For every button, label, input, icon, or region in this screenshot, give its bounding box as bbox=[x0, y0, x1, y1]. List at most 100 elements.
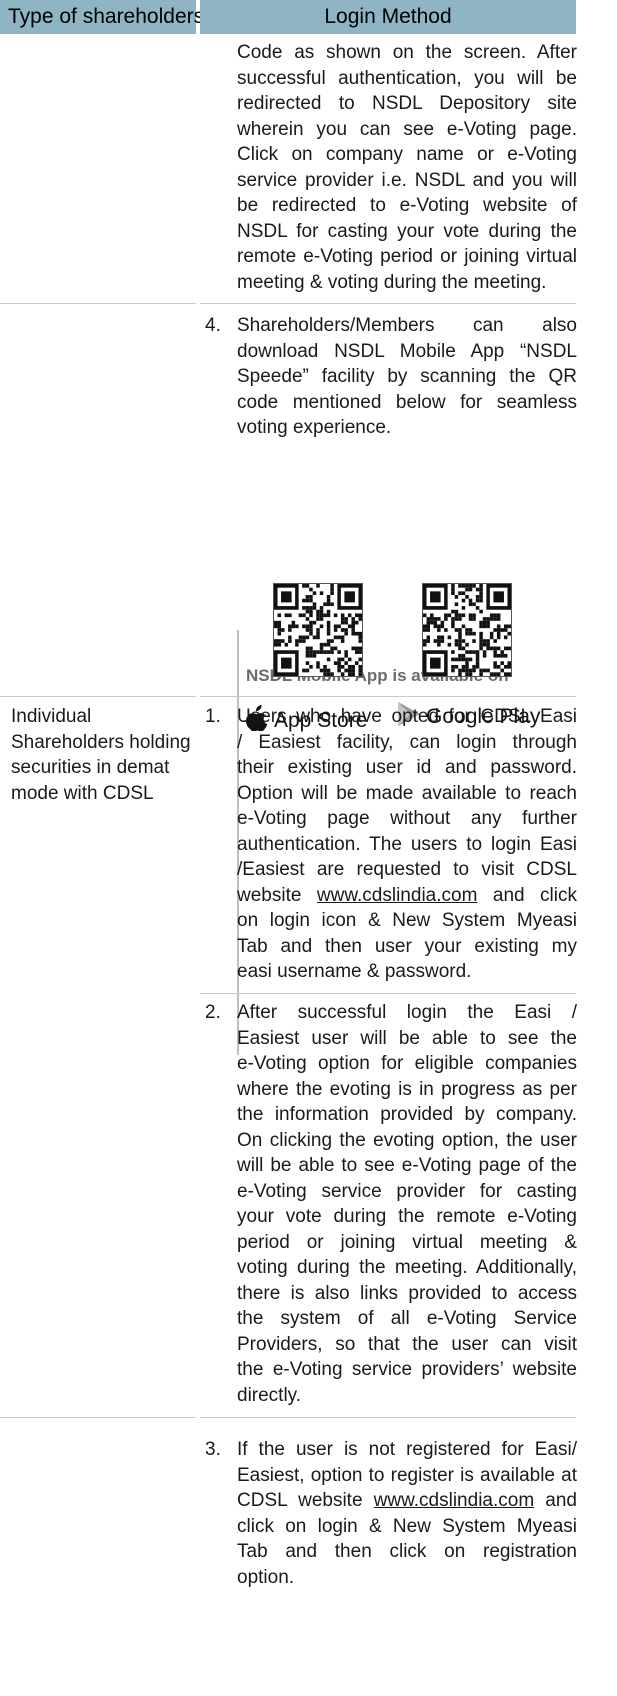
qr-module bbox=[465, 668, 469, 673]
qr-module bbox=[433, 620, 438, 625]
qr-module bbox=[330, 639, 334, 643]
qr-module bbox=[316, 628, 320, 632]
nsdl-item-4-text: Shareholders/Members can also download NS… bbox=[237, 313, 577, 441]
qr-module bbox=[479, 609, 483, 614]
qr-module bbox=[284, 613, 289, 618]
qr-module bbox=[330, 602, 334, 607]
qr-module bbox=[305, 606, 310, 610]
qr-module bbox=[312, 653, 317, 658]
qr-module bbox=[496, 646, 501, 651]
qr-module bbox=[479, 620, 483, 625]
qr-module bbox=[454, 602, 459, 607]
qr-module bbox=[358, 646, 362, 651]
qr-module bbox=[326, 631, 331, 636]
type-line: mode with CDSL bbox=[11, 782, 154, 804]
qr-module bbox=[326, 620, 331, 625]
qr-module bbox=[451, 664, 455, 669]
qr-module bbox=[344, 620, 348, 625]
qr-module bbox=[507, 631, 511, 636]
qr-module bbox=[479, 646, 483, 651]
text-line: Tab and then user your existing my bbox=[237, 935, 577, 957]
qr-module bbox=[309, 598, 313, 603]
qr-module bbox=[493, 664, 497, 669]
qr-module bbox=[326, 672, 331, 676]
qr-module bbox=[351, 664, 355, 669]
qr-module bbox=[423, 624, 427, 629]
qr-module bbox=[444, 613, 448, 618]
qr-module bbox=[344, 661, 348, 665]
qr-module bbox=[454, 595, 459, 599]
cdsl-website-link[interactable]: www.cdslindia.com bbox=[317, 885, 478, 906]
qr-module bbox=[344, 668, 348, 673]
qr-module bbox=[496, 613, 501, 618]
qr-module bbox=[472, 584, 476, 588]
qr-module bbox=[430, 617, 434, 621]
text-line: authentication. The users to login Easi bbox=[237, 833, 577, 855]
text-line: Easiest, option to register is available… bbox=[237, 1464, 577, 1486]
qr-module bbox=[486, 668, 490, 673]
qr-module bbox=[461, 591, 466, 596]
qr-module bbox=[319, 650, 324, 654]
qr-module bbox=[305, 598, 310, 603]
qr-module bbox=[458, 635, 462, 640]
qr-module bbox=[482, 642, 487, 647]
qr-module bbox=[305, 624, 310, 629]
qr-module bbox=[347, 657, 352, 662]
qr-module bbox=[274, 624, 278, 629]
qr-module bbox=[330, 587, 334, 592]
qr-module bbox=[302, 639, 306, 643]
qr-module bbox=[305, 617, 310, 621]
qr-module bbox=[482, 620, 487, 625]
cdsl-website-link[interactable]: www.cdslindia.com bbox=[374, 1490, 535, 1511]
qr-module bbox=[330, 650, 334, 654]
qr-module bbox=[274, 620, 278, 625]
qr-module bbox=[486, 646, 490, 651]
qr-module bbox=[351, 672, 355, 676]
qr-module bbox=[451, 617, 455, 621]
qr-module bbox=[423, 639, 427, 643]
qr-module bbox=[305, 595, 310, 599]
qr-module bbox=[337, 635, 341, 640]
qr-finder bbox=[430, 657, 441, 669]
qr-module bbox=[426, 620, 431, 625]
qr-module bbox=[309, 609, 313, 614]
text-line: Shareholders/Members can also bbox=[237, 315, 577, 336]
qr-module bbox=[482, 653, 487, 658]
qr-module bbox=[326, 628, 331, 632]
qr-module bbox=[465, 587, 469, 592]
qr-module bbox=[507, 672, 511, 676]
qr-module bbox=[319, 613, 324, 618]
qr-module bbox=[319, 609, 324, 614]
text-line: redirected to NSDL Depository site bbox=[237, 93, 577, 114]
qr-module bbox=[461, 598, 466, 603]
qr-module bbox=[326, 668, 331, 673]
qr-module bbox=[323, 668, 327, 673]
qr-module bbox=[472, 639, 476, 643]
qr-module bbox=[347, 624, 352, 629]
app-store-qr-code bbox=[273, 583, 363, 677]
text-line: wherein you can see e-Voting page. bbox=[237, 118, 577, 140]
qr-module bbox=[482, 639, 487, 643]
qr-module bbox=[500, 628, 504, 632]
qr-module bbox=[458, 672, 462, 676]
qr-module bbox=[326, 650, 331, 654]
qr-module bbox=[493, 653, 497, 658]
qr-module bbox=[475, 650, 480, 654]
qr-module bbox=[302, 584, 306, 588]
qr-module bbox=[284, 642, 289, 647]
text-line: CDSL website www.cdslindia.com and bbox=[237, 1490, 577, 1511]
qr-module bbox=[458, 584, 462, 588]
qr-module bbox=[312, 602, 317, 607]
qr-module bbox=[319, 668, 324, 673]
text-line: NSDL for casting your vote during the bbox=[237, 220, 577, 242]
qr-module bbox=[465, 595, 469, 599]
qr-module bbox=[472, 631, 476, 636]
header-type-of-shareholders: Type of shareholders bbox=[0, 0, 204, 34]
qr-module bbox=[309, 650, 313, 654]
shareholder-type-cdsl: Individual Shareholders holding securities… bbox=[11, 704, 201, 806]
qr-module bbox=[340, 617, 345, 621]
qr-module bbox=[354, 661, 359, 665]
nsdl-continued-text: Code as shown on the screen. After succes… bbox=[237, 40, 577, 295]
qr-module bbox=[454, 639, 459, 643]
qr-module bbox=[274, 642, 278, 647]
